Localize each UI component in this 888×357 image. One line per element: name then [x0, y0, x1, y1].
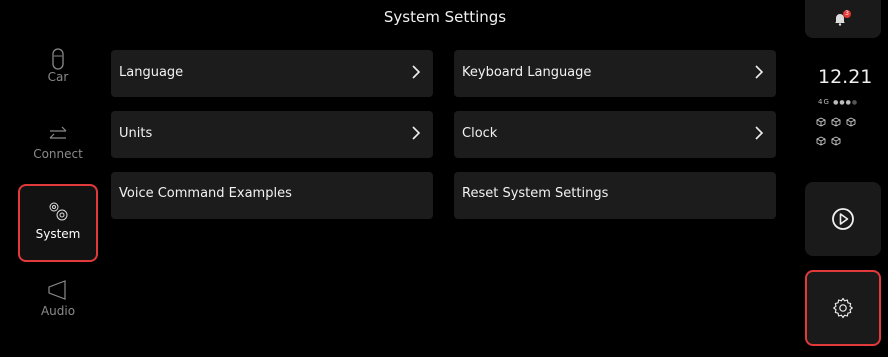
nav-label-system: System [35, 227, 81, 241]
cube-icon [816, 117, 826, 127]
nav-label-car: Car [47, 70, 69, 84]
nav-item-system[interactable]: System [18, 184, 98, 262]
voice-command-examples-tile[interactable]: Voice Command Examples [111, 172, 433, 219]
cube-icon [831, 136, 841, 146]
reset-system-settings-tile[interactable]: Reset System Settings [454, 172, 776, 219]
chevron-right-icon [755, 65, 764, 79]
cube-icon [846, 117, 856, 127]
nav-item-connect[interactable]: Connect [18, 125, 98, 173]
chevron-right-icon [755, 126, 764, 140]
network-type: 4G [818, 98, 830, 106]
speaker-icon [48, 280, 66, 300]
tile-label: Keyboard Language [462, 65, 592, 80]
page-title: System Settings [383, 8, 507, 26]
tile-label: Units [119, 126, 153, 141]
clock-tile[interactable]: Clock [454, 111, 776, 158]
notification-button[interactable] [805, 0, 881, 38]
play-icon [832, 208, 854, 230]
status-icons [816, 112, 868, 150]
tile-label: Voice Command Examples [119, 186, 292, 201]
clock-display: 12.21 [818, 66, 873, 88]
notification-badge: 3 [843, 10, 851, 18]
gears-icon [49, 202, 68, 221]
swap-arrows-icon [49, 126, 67, 139]
cube-icon [831, 117, 841, 127]
nav-item-car[interactable]: Car [18, 48, 98, 100]
signal-dots-icon: ●●●● [833, 99, 859, 106]
chevron-right-icon [412, 126, 421, 140]
tile-label: Language [119, 65, 184, 80]
gear-icon [833, 297, 853, 319]
tile-label: Clock [462, 126, 498, 141]
chevron-right-icon [412, 65, 421, 79]
keyboard-language-tile[interactable]: Keyboard Language [454, 50, 776, 97]
settings-button[interactable] [805, 270, 881, 346]
media-play-button[interactable] [805, 182, 881, 256]
nav-item-audio[interactable]: Audio [18, 280, 98, 328]
cube-icon [816, 136, 826, 146]
tile-label: Reset System Settings [462, 186, 609, 201]
nav-label-connect: Connect [33, 147, 83, 161]
units-tile[interactable]: Units [111, 111, 433, 158]
car-icon [52, 48, 64, 70]
language-tile[interactable]: Language [111, 50, 433, 97]
network-indicator: 4G ●●●● [818, 98, 858, 106]
nav-label-audio: Audio [40, 304, 76, 318]
